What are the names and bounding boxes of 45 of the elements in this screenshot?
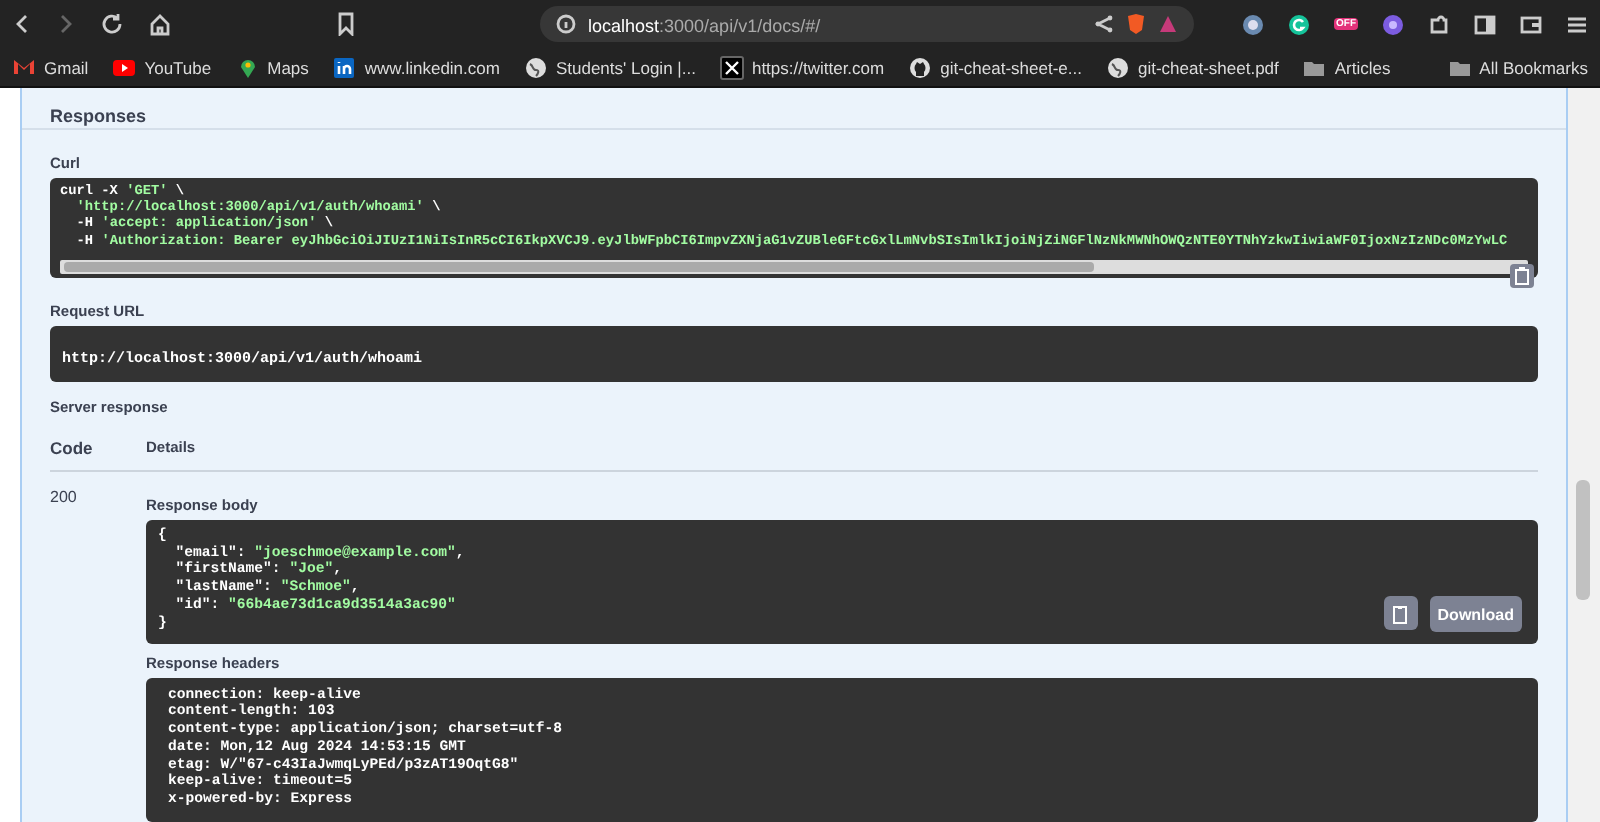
bookmark-link[interactable]: git-cheat-sheet.pdf bbox=[1105, 55, 1279, 79]
bookmark-link[interactable]: Gmail bbox=[12, 55, 89, 79]
bookmark-link[interactable]: git-cheat-sheet-e... bbox=[908, 55, 1082, 79]
round-extension-icon[interactable] bbox=[1382, 13, 1404, 35]
clipboard-icon bbox=[1391, 603, 1410, 623]
copy-button[interactable] bbox=[1383, 596, 1418, 630]
cat-logo-icon bbox=[908, 55, 933, 79]
horizontal-scrollbar[interactable] bbox=[60, 259, 1528, 274]
wallet-icon[interactable] bbox=[1520, 13, 1542, 35]
copy-icon[interactable] bbox=[1510, 263, 1534, 288]
all-bookmarks-link[interactable]: All Bookmarks bbox=[1447, 55, 1588, 79]
column-header: Code bbox=[50, 421, 146, 472]
globe-icon bbox=[1105, 55, 1130, 79]
menu-icon[interactable] bbox=[1566, 13, 1588, 35]
globe-icon bbox=[523, 55, 548, 79]
lion-shield-icon[interactable] bbox=[1126, 12, 1146, 36]
url-text: localhost:3000/api/v1/docs/#/ bbox=[588, 14, 821, 40]
bookmark-link[interactable]: Articles bbox=[1302, 55, 1391, 79]
map-pin-icon bbox=[235, 55, 260, 79]
g-circle-icon[interactable] bbox=[1288, 13, 1310, 35]
x-logo-icon bbox=[719, 55, 744, 79]
bookmark-link[interactable]: Students' Login |... bbox=[523, 55, 696, 79]
mail-icon bbox=[12, 55, 36, 79]
play-icon bbox=[112, 55, 137, 79]
triangle-icon[interactable] bbox=[1158, 14, 1178, 34]
share-icon[interactable] bbox=[1094, 14, 1114, 34]
site-info-icon[interactable] bbox=[556, 14, 576, 34]
circle-extension-icon[interactable] bbox=[1242, 13, 1264, 35]
forward-icon[interactable] bbox=[56, 12, 76, 36]
bookmark-link[interactable]: YouTube bbox=[112, 55, 212, 79]
address-bar[interactable]: localhost:3000/api/v1/docs/#/ bbox=[540, 6, 1194, 42]
bookmark-link[interactable]: https://twitter.com bbox=[719, 55, 885, 79]
bookmark-link[interactable]: Maps bbox=[235, 55, 309, 79]
page-scrollbar[interactable] bbox=[1568, 88, 1600, 822]
home-icon[interactable] bbox=[148, 12, 172, 36]
back-icon[interactable] bbox=[12, 12, 32, 36]
section-title: Responses bbox=[50, 105, 147, 126]
download-button[interactable]: Download bbox=[1429, 595, 1522, 631]
bookmark-icon[interactable] bbox=[336, 12, 356, 36]
in-logo-icon bbox=[332, 55, 357, 79]
reload-icon[interactable] bbox=[100, 12, 124, 36]
puzzle-icon[interactable] bbox=[1428, 13, 1450, 35]
bookmark-link[interactable]: www.linkedin.com bbox=[332, 55, 500, 79]
status-code: 200 bbox=[50, 485, 79, 510]
sidebar-icon[interactable] bbox=[1474, 13, 1496, 35]
